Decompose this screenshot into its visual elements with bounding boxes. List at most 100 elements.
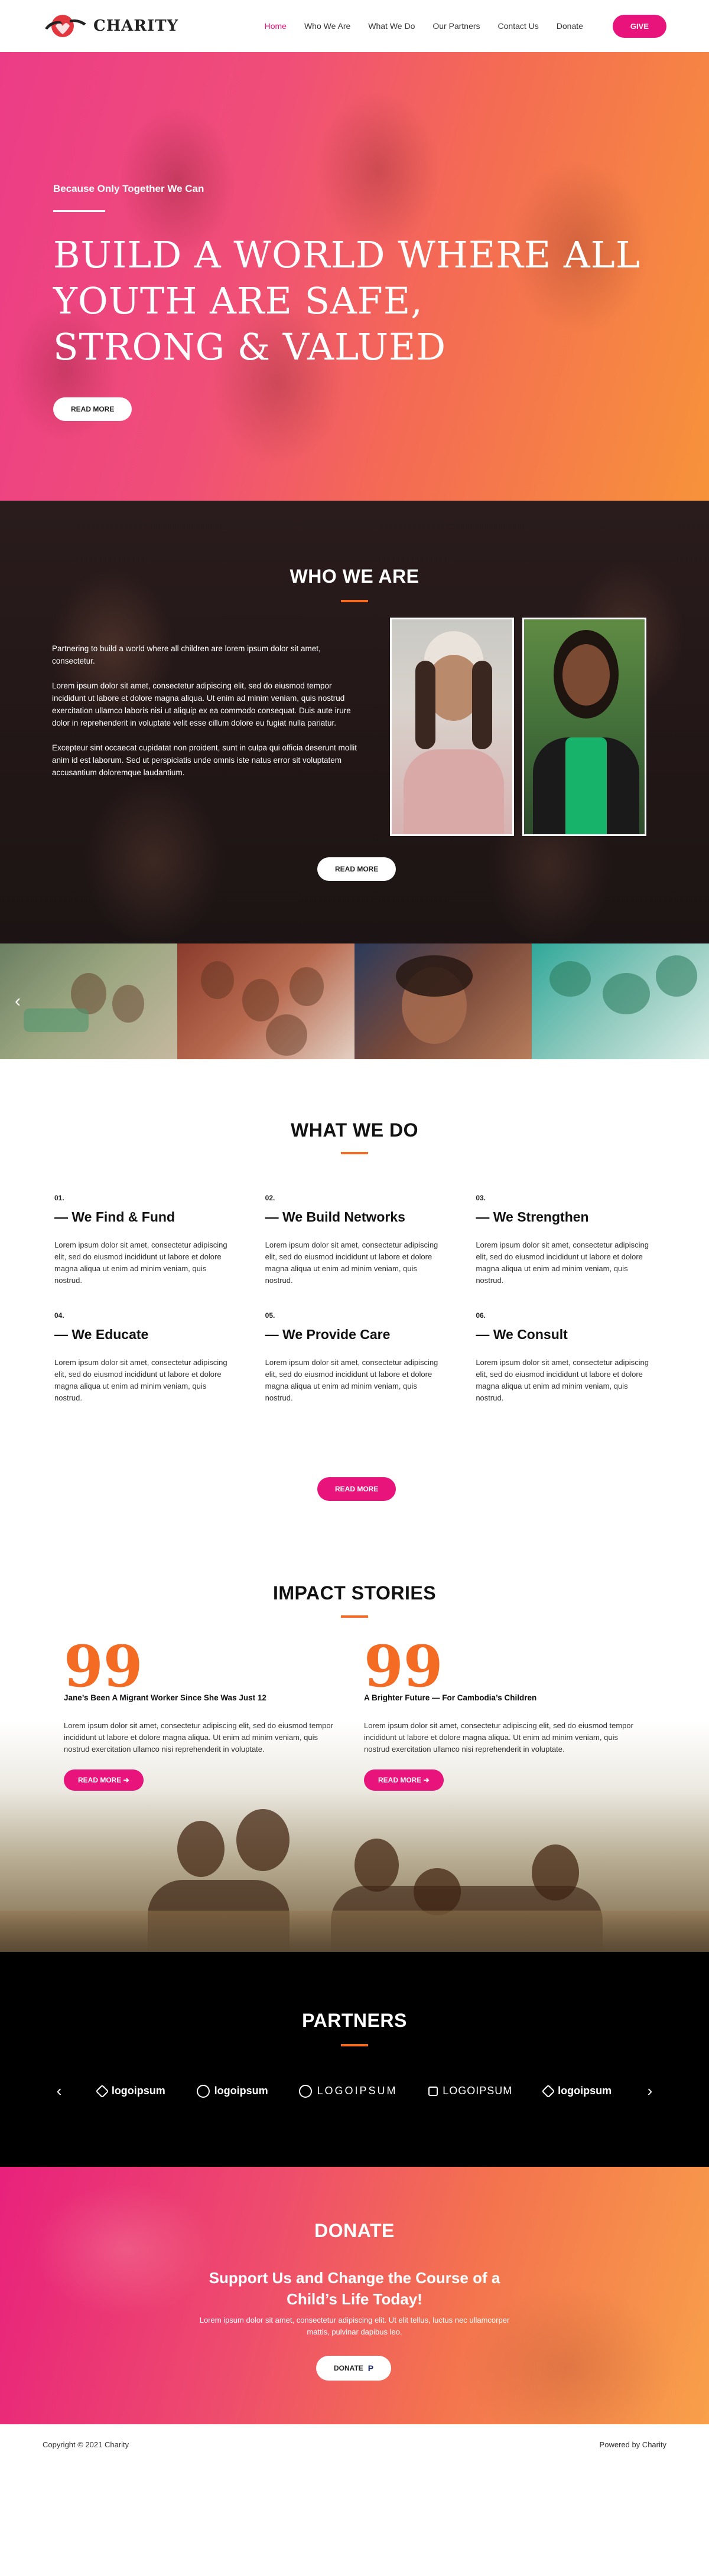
grid-mark-icon [95, 2084, 109, 2098]
story-title: A Brighter Future — For Cambodia’s Child… [364, 1693, 537, 1702]
partner-logo-text: logoipsum [214, 2085, 268, 2097]
who-paragraph-2: Lorem ipsum dolor sit amet, consectetur … [52, 681, 351, 727]
nav-contact-us[interactable]: Contact Us [498, 21, 539, 31]
who-we-are-section: WHO WE ARE Partnering to build a world w… [0, 501, 709, 943]
donate-subtitle: Support Us and Change the Course of a Ch… [209, 2269, 500, 2308]
what-divider [341, 1152, 368, 1154]
impact-title: IMPACT STORIES [272, 1582, 437, 1604]
service-body: Lorem ipsum dolor sit amet, consectetur … [265, 1240, 438, 1285]
service-item: 03. — We Strengthen Lorem ipsum dolor si… [476, 1194, 657, 1287]
gallery-image-4[interactable] [532, 943, 709, 1059]
donate-body: Lorem ipsum dolor sit amet, consectetur … [199, 2316, 510, 2336]
impact-stories-section: IMPACT STORIES 99 Jane’s Been A Migrant … [0, 1555, 709, 1952]
logo-text: CHARITY [93, 17, 179, 35]
partner-logo-text: LOGOIPSUM [443, 2085, 513, 2097]
gallery-image-3[interactable] [354, 943, 532, 1059]
service-item: 05. — We Provide Care Lorem ipsum dolor … [265, 1311, 447, 1404]
nav-home[interactable]: Home [265, 21, 287, 31]
portrait-image-1 [390, 618, 514, 836]
partner-logo[interactable]: logoipsum [196, 2084, 268, 2098]
donate-title: DONATE [314, 2220, 395, 2241]
gallery-image-2[interactable] [177, 943, 354, 1059]
site-footer: Copyright © 2021 Charity Powered by Char… [0, 2424, 709, 2465]
site-header: CHARITY Home Who We Are What We Do Our P… [0, 0, 709, 52]
give-button[interactable]: GIVE [612, 14, 666, 38]
who-paragraph-3: Excepteur sint occaecat cupidatat non pr… [52, 743, 357, 777]
partner-logo[interactable]: logoipsum [541, 2084, 612, 2098]
service-item: 04. — We Educate Lorem ipsum dolor sit a… [54, 1311, 236, 1404]
circle-mark-icon [196, 2084, 210, 2098]
team-portraits [390, 618, 646, 836]
service-body: Lorem ipsum dolor sit amet, consectetur … [54, 1358, 227, 1402]
grid-mark-icon [541, 2084, 555, 2098]
portrait-image-2 [522, 618, 646, 836]
partner-logo[interactable]: logoipsum [95, 2084, 165, 2098]
nav-donate[interactable]: Donate [557, 21, 583, 31]
hero-title-line-2: Strong & Valued [53, 325, 447, 368]
service-number: 01. [54, 1194, 64, 1202]
service-body: Lorem ipsum dolor sit amet, consectetur … [476, 1358, 649, 1402]
service-title: — We Strengthen [476, 1209, 589, 1225]
partner-logo-text: logoipsum [558, 2085, 612, 2097]
what-title: WHAT WE DO [291, 1119, 418, 1141]
partner-logo-carousel: ‹ logoipsum logoipsum LOGOIPSUM LOGOIPSU… [52, 2082, 657, 2100]
service-number: 04. [54, 1311, 64, 1320]
nav-our-partners[interactable]: Our Partners [432, 21, 480, 31]
service-title: — We Consult [476, 1327, 568, 1342]
partner-logo-text: LOGOIPSUM [317, 2085, 398, 2097]
partners-section: PARTNERS ‹ logoipsum logoipsum LOGOIPSUM… [0, 1952, 709, 2167]
nav-who-we-are[interactable]: Who We Are [304, 21, 350, 31]
service-title: — We Build Networks [265, 1209, 405, 1225]
who-divider [341, 600, 368, 602]
hero-section: Because Only Together We Can Build a Wor… [0, 52, 709, 501]
service-number: 02. [265, 1194, 275, 1202]
photo-gallery: ‹ [0, 943, 709, 1059]
impact-divider [341, 1615, 368, 1618]
story-read-more-button[interactable]: READ MORE ➔ [364, 1769, 444, 1791]
story-body: Lorem ipsum dolor sit amet, consectetur … [64, 1721, 333, 1754]
quote-icon: 99 [64, 1633, 143, 1700]
what-read-more-button[interactable]: READ MORE [317, 1477, 396, 1501]
story-read-more-button[interactable]: READ MORE ➔ [64, 1769, 144, 1791]
hero-read-more-button[interactable]: READ MORE [53, 397, 132, 421]
carousel-prev-arrow-icon[interactable]: ‹ [52, 2082, 66, 2100]
main-nav: Home Who We Are What We Do Our Partners … [265, 14, 666, 38]
service-body: Lorem ipsum dolor sit amet, consectetur … [54, 1240, 227, 1285]
nav-what-we-do[interactable]: What We Do [368, 21, 415, 31]
who-read-more-button[interactable]: READ MORE [317, 857, 396, 881]
what-we-do-section: WHAT WE DO 01. — We Find & Fund Lorem ip… [0, 1059, 709, 1555]
logo[interactable]: CHARITY [43, 13, 178, 39]
service-body: Lorem ipsum dolor sit amet, consectetur … [476, 1240, 649, 1285]
service-item: 02. — We Build Networks Lorem ipsum dolo… [265, 1194, 447, 1287]
story-card: 99 A Brighter Future — For Cambodia’s Ch… [364, 1638, 648, 1791]
partners-divider [341, 2044, 368, 2046]
story-title: Jane’s Been A Migrant Worker Since She W… [64, 1693, 266, 1702]
hero-content: Because Only Together We Can Build a Wor… [53, 183, 656, 421]
donate-button[interactable]: DONATE P [316, 2356, 392, 2381]
tile-mark-icon [428, 2086, 438, 2096]
service-number: 05. [265, 1311, 275, 1320]
powered-by-text: Powered by Charity [599, 2440, 666, 2449]
partner-logo[interactable]: LOGOIPSUM [299, 2084, 398, 2098]
logo-heart-icon [43, 13, 89, 39]
gallery-prev-arrow-icon[interactable]: ‹ [8, 991, 27, 1012]
who-text: Partnering to build a world where all ch… [52, 642, 359, 791]
service-title: — We Provide Care [265, 1327, 391, 1342]
service-body: Lorem ipsum dolor sit amet, consectetur … [265, 1358, 438, 1402]
service-number: 03. [476, 1194, 486, 1202]
story-card: 99 Jane’s Been A Migrant Worker Since Sh… [64, 1633, 347, 1791]
copyright-text: Copyright © 2021 Charity [43, 2440, 129, 2449]
carousel-next-arrow-icon[interactable]: › [643, 2082, 657, 2100]
hero-title-line-1: Build a World Where All Youth Are Safe, [53, 233, 641, 322]
ring-mark-icon [299, 2084, 313, 2098]
service-item: 06. — We Consult Lorem ipsum dolor sit a… [476, 1311, 657, 1404]
donate-button-label: DONATE [334, 2364, 363, 2372]
who-paragraph-1: Partnering to build a world where all ch… [52, 644, 321, 665]
partner-logo-text: logoipsum [111, 2085, 165, 2097]
partner-logo[interactable]: LOGOIPSUM [428, 2085, 512, 2097]
partners-title: PARTNERS [302, 2010, 407, 2031]
paypal-icon: P [367, 2363, 374, 2373]
services-grid: 01. — We Find & Fund Lorem ipsum dolor s… [54, 1194, 657, 1404]
who-title: WHO WE ARE [290, 566, 419, 587]
service-item: 01. — We Find & Fund Lorem ipsum dolor s… [54, 1194, 236, 1287]
